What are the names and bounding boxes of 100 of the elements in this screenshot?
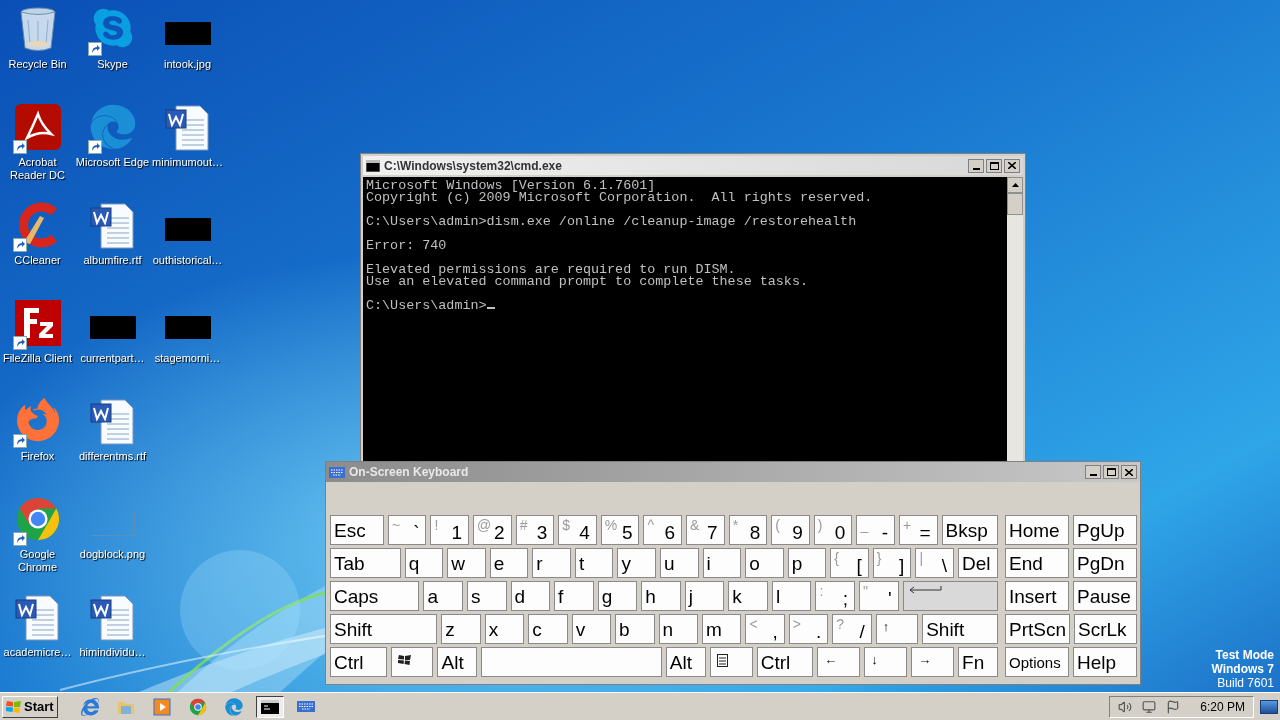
desktop-icon-label[interactable]: FileZilla Client bbox=[0, 352, 75, 365]
clock[interactable]: 6:20 PM bbox=[1200, 697, 1245, 716]
desktop-icon-label[interactable]: Google Chrome bbox=[0, 548, 75, 574]
maximize-button[interactable] bbox=[1103, 465, 1119, 479]
key[interactable]: $ 4 bbox=[558, 515, 597, 545]
key[interactable]: Pause bbox=[1073, 581, 1137, 611]
desktop-icon-label[interactable]: Firefox bbox=[0, 450, 75, 463]
key[interactable]: Shift bbox=[330, 614, 438, 644]
key[interactable]: b bbox=[615, 614, 655, 644]
key[interactable]: f bbox=[554, 581, 594, 611]
desktop-icon-label[interactable]: outhistorical… bbox=[150, 254, 225, 267]
key[interactable]: q bbox=[404, 548, 444, 578]
key[interactable]: g bbox=[597, 581, 638, 611]
desktop-icon-label[interactable]: albumfire.rtf bbox=[75, 254, 150, 267]
key[interactable]: ↓ bbox=[864, 647, 908, 677]
desktop-icon-label[interactable]: Acrobat Reader DC bbox=[0, 156, 75, 182]
key[interactable]: Esc bbox=[330, 515, 384, 545]
key[interactable]: ^ 6 bbox=[643, 515, 683, 545]
key[interactable]: → bbox=[911, 647, 955, 677]
key[interactable]: o bbox=[745, 548, 784, 578]
key[interactable]: r bbox=[532, 548, 571, 578]
key[interactable]: & 7 bbox=[686, 515, 725, 545]
key[interactable]: t bbox=[574, 548, 614, 578]
desktop-icon-label[interactable]: CCleaner bbox=[0, 254, 75, 267]
key[interactable]: > . bbox=[788, 614, 829, 644]
key[interactable]: Home bbox=[1005, 515, 1069, 545]
network-icon[interactable] bbox=[1142, 699, 1157, 714]
key[interactable]: : ; bbox=[815, 581, 856, 611]
key[interactable]: s bbox=[467, 581, 507, 611]
key[interactable]: Shift bbox=[922, 614, 999, 644]
key[interactable]: { [ bbox=[830, 548, 869, 578]
key[interactable]: Fn bbox=[958, 647, 999, 677]
key[interactable]: d bbox=[510, 581, 551, 611]
key[interactable]: * 8 bbox=[728, 515, 768, 545]
desktop-icon-label[interactable]: academicre… bbox=[0, 646, 75, 659]
key[interactable]: Tab bbox=[330, 548, 401, 578]
key[interactable]: # 3 bbox=[515, 515, 555, 545]
key[interactable]: + = bbox=[899, 515, 938, 545]
key[interactable]: Caps bbox=[330, 581, 420, 611]
scroll-up-button[interactable] bbox=[1007, 177, 1023, 193]
key[interactable]: " ' bbox=[859, 581, 899, 611]
key[interactable]: Options bbox=[1005, 647, 1069, 677]
key[interactable]: Alt bbox=[437, 647, 478, 677]
flag-icon[interactable] bbox=[1166, 699, 1181, 714]
scroll-thumb[interactable] bbox=[1007, 193, 1023, 215]
key[interactable]: n bbox=[658, 614, 698, 644]
desktop-icon-label[interactable]: currentpart… bbox=[75, 352, 150, 365]
minimize-button[interactable] bbox=[1085, 465, 1101, 479]
close-button[interactable] bbox=[1121, 465, 1137, 479]
desktop-icon-label[interactable]: Recycle Bin bbox=[0, 58, 75, 71]
speaker-icon[interactable] bbox=[1118, 699, 1133, 714]
key[interactable]: u bbox=[660, 548, 699, 578]
key[interactable]: _ - bbox=[856, 515, 895, 545]
key[interactable]: @2 bbox=[473, 515, 512, 545]
key[interactable]: c bbox=[528, 614, 568, 644]
key[interactable]: PgUp bbox=[1073, 515, 1137, 545]
key[interactable]: | \ bbox=[915, 548, 954, 578]
key[interactable]: k bbox=[728, 581, 768, 611]
close-button[interactable] bbox=[1004, 158, 1020, 173]
key[interactable]: p bbox=[787, 548, 827, 578]
key[interactable]: Del bbox=[957, 548, 999, 578]
key[interactable]: z bbox=[441, 614, 481, 644]
key[interactable]: l bbox=[771, 581, 812, 611]
start-button[interactable]: Start bbox=[2, 695, 58, 718]
key[interactable]: ScrLk bbox=[1074, 614, 1137, 644]
key[interactable]: m bbox=[701, 614, 742, 644]
enter-key[interactable] bbox=[902, 581, 999, 611]
key[interactable]: End bbox=[1005, 548, 1069, 578]
key[interactable]: Alt bbox=[665, 647, 706, 677]
desktop-icon-label[interactable]: stagemorni… bbox=[150, 352, 225, 365]
key[interactable]: a bbox=[423, 581, 463, 611]
menu-key[interactable] bbox=[709, 647, 753, 677]
key[interactable]: Ctrl bbox=[756, 647, 814, 677]
windows-key[interactable] bbox=[390, 647, 434, 677]
key[interactable]: Ctrl bbox=[330, 647, 387, 677]
space-key[interactable] bbox=[481, 647, 662, 677]
desktop-icon-label[interactable]: Skype bbox=[75, 58, 150, 71]
key[interactable]: w bbox=[447, 548, 486, 578]
key[interactable]: j bbox=[684, 581, 725, 611]
key[interactable]: v bbox=[571, 614, 612, 644]
key[interactable]: h bbox=[641, 581, 681, 611]
minimize-button[interactable] bbox=[968, 158, 984, 173]
taskbar-button[interactable] bbox=[255, 695, 284, 718]
desktop-icon-label[interactable]: minimumout… bbox=[150, 156, 225, 169]
key[interactable]: Bksp bbox=[941, 515, 998, 545]
key[interactable]: ( 9 bbox=[771, 515, 810, 545]
key[interactable]: Insert bbox=[1005, 581, 1069, 611]
key[interactable]: Help bbox=[1073, 647, 1137, 677]
key[interactable]: PgDn bbox=[1073, 548, 1137, 578]
key[interactable]: < , bbox=[745, 614, 785, 644]
maximize-button[interactable] bbox=[986, 158, 1002, 173]
key[interactable]: e bbox=[489, 548, 529, 578]
key[interactable]: % 5 bbox=[600, 515, 640, 545]
key[interactable]: ~ ` bbox=[387, 515, 427, 545]
key[interactable]: y bbox=[617, 548, 656, 578]
key[interactable]: ? / bbox=[832, 614, 872, 644]
show-desktop-button[interactable] bbox=[1260, 699, 1278, 714]
key[interactable]: } ] bbox=[872, 548, 912, 578]
key[interactable]: ← bbox=[817, 647, 861, 677]
key[interactable]: x bbox=[484, 614, 525, 644]
